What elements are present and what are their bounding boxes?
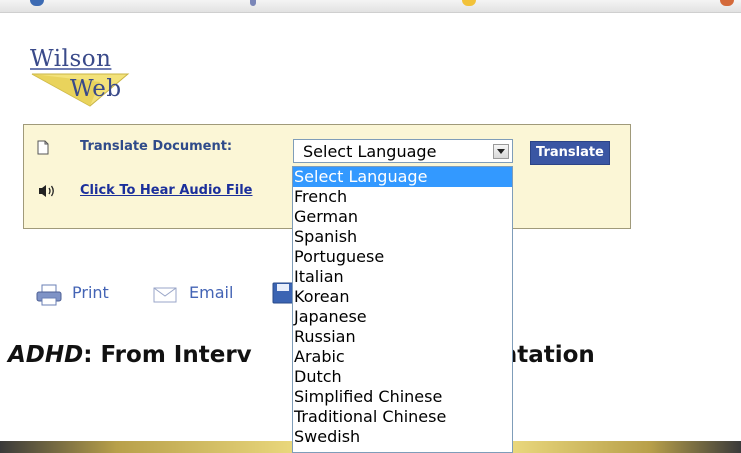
logo-text-line2: Web (70, 76, 122, 102)
document-icon (37, 140, 49, 155)
email-link[interactable]: Email (189, 283, 233, 302)
dropdown-option[interactable]: Portuguese (293, 247, 512, 267)
toolbar-icon[interactable] (720, 0, 734, 6)
printer-icon[interactable] (36, 284, 62, 306)
dropdown-option[interactable]: Japanese (293, 307, 512, 327)
dropdown-option[interactable]: French (293, 187, 512, 207)
dropdown-option[interactable]: Select Language (293, 167, 512, 187)
toolbar-icon[interactable] (250, 0, 256, 6)
article-title-italic-part: ADHD (8, 342, 84, 368)
toolbar-icon[interactable] (30, 0, 44, 6)
chevron-down-icon (497, 149, 505, 154)
wilsonweb-logo[interactable]: Wilson Web (22, 40, 162, 110)
dropdown-option[interactable]: Dutch (293, 367, 512, 387)
print-link[interactable]: Print (72, 283, 109, 302)
dropdown-option[interactable]: Simplified Chinese (293, 387, 512, 407)
browser-toolbar-strip (0, 0, 741, 13)
language-select[interactable]: Select Language (293, 139, 513, 163)
dropdown-option[interactable]: Arabic (293, 347, 512, 367)
language-select-value: Select Language (303, 142, 437, 161)
article-title-middle: : From Interv (83, 342, 252, 368)
dropdown-option[interactable]: Traditional Chinese (293, 407, 512, 427)
dropdown-option[interactable]: German (293, 207, 512, 227)
dropdown-option[interactable]: Russian (293, 327, 512, 347)
hear-audio-link[interactable]: Click To Hear Audio File (80, 183, 293, 198)
dropdown-option[interactable]: Korean (293, 287, 512, 307)
save-disk-icon[interactable] (272, 282, 294, 304)
dropdown-option[interactable]: Swedish (293, 427, 512, 447)
translate-document-label: Translate Document: (80, 139, 233, 154)
logo-text-line1: Wilson (30, 46, 112, 72)
toolbar-icon[interactable] (462, 0, 476, 6)
envelope-icon[interactable] (153, 287, 177, 303)
bottom-decoration-left (0, 441, 292, 453)
dropdown-arrow-button[interactable] (493, 144, 509, 159)
bottom-decoration-right (513, 441, 741, 453)
dropdown-option[interactable]: Italian (293, 267, 512, 287)
dropdown-option[interactable]: Spanish (293, 227, 512, 247)
speaker-icon (39, 185, 54, 197)
translate-button[interactable]: Translate (530, 141, 610, 165)
language-dropdown-list[interactable]: Select Language French German Spanish Po… (292, 166, 513, 453)
